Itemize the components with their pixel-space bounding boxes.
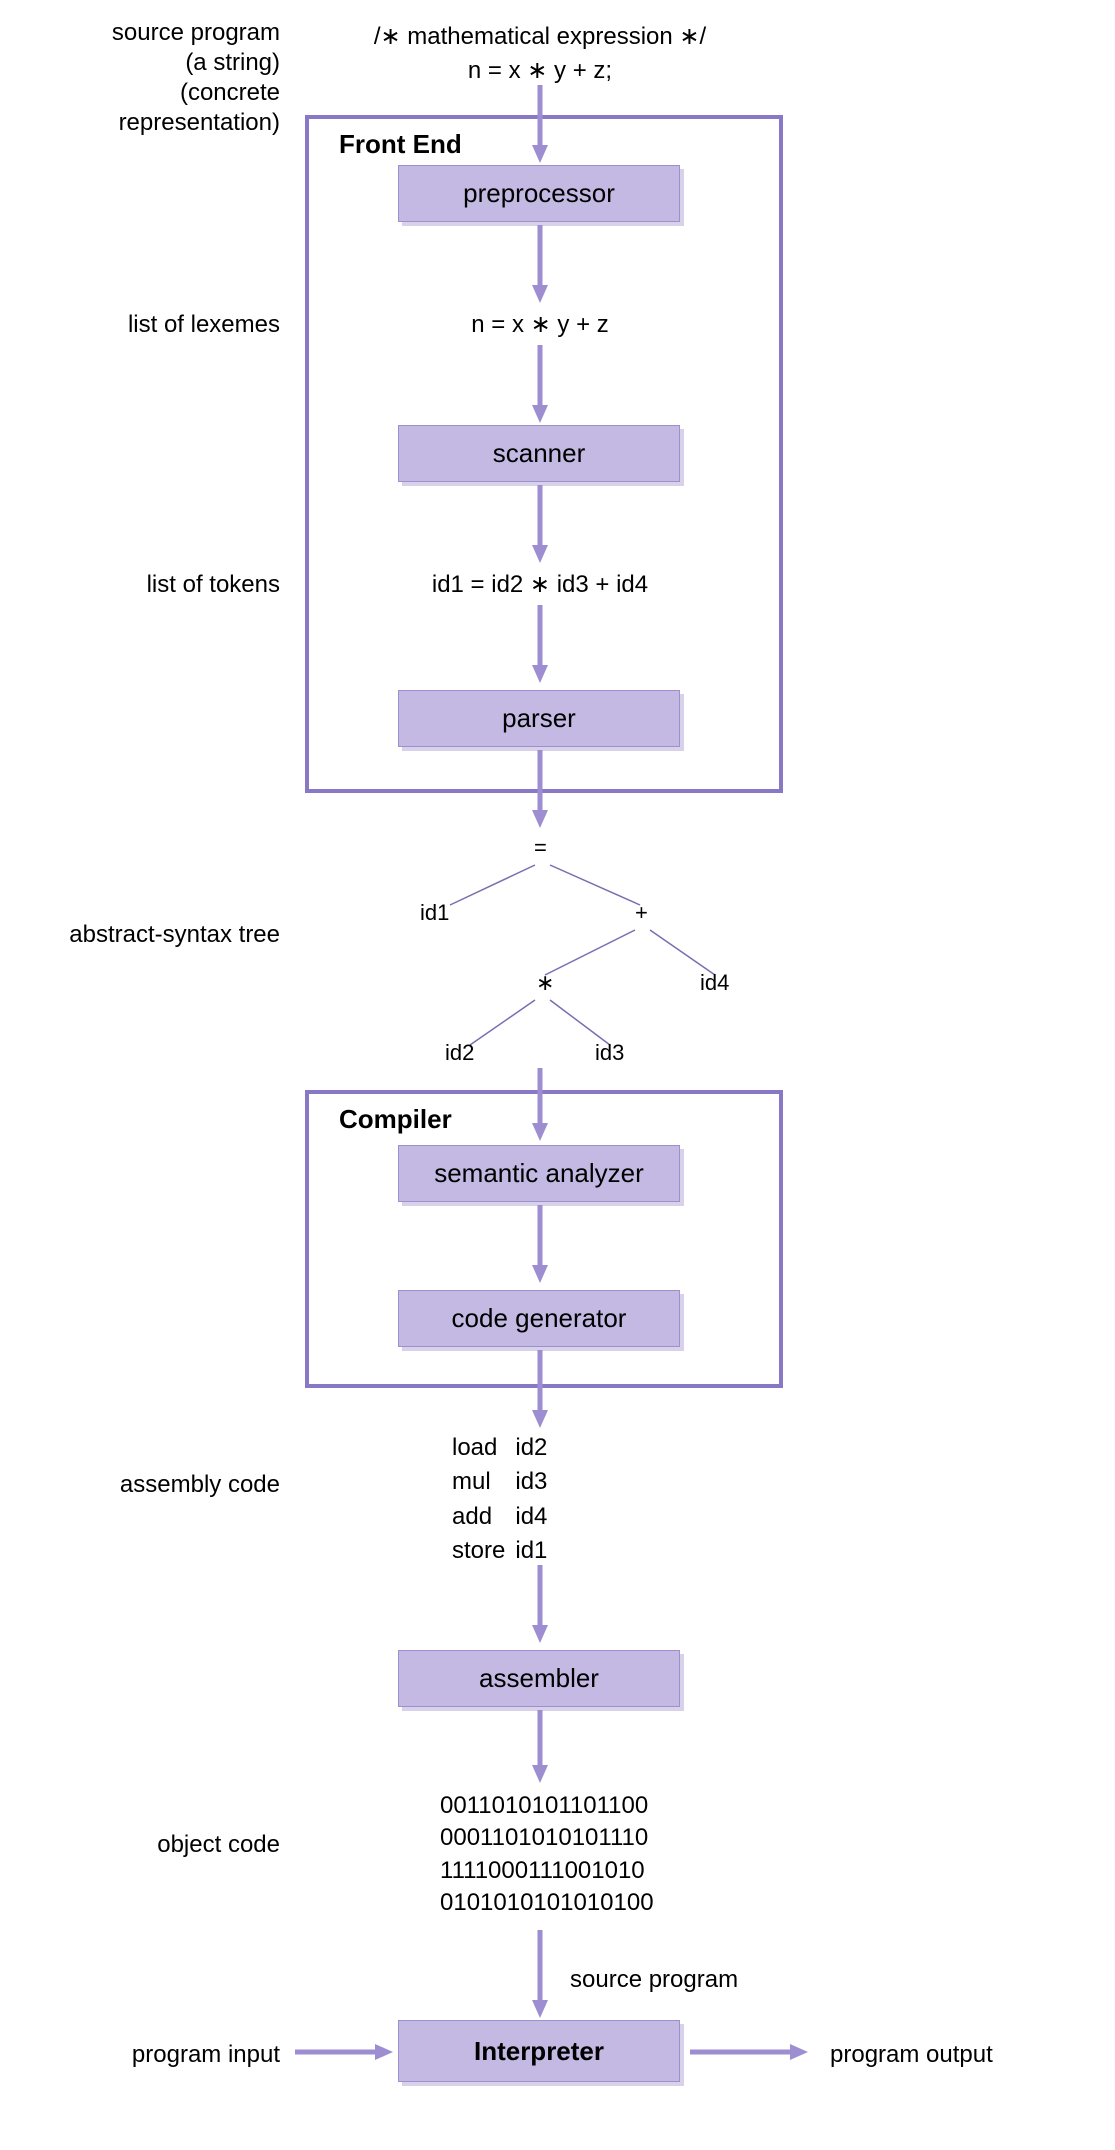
label-obj: object code (0, 1830, 280, 1860)
ast-id2: id2 (445, 1040, 474, 1066)
stage-parser: parser (398, 690, 680, 747)
front-end-title: Front End (339, 129, 462, 160)
t: scanner (493, 438, 586, 469)
stage-semantic-analyzer: semantic analyzer (398, 1145, 680, 1202)
ast-id1: id1 (420, 900, 449, 926)
arrow-assembler-obj (530, 1710, 550, 1785)
arrow-obj-interpreter (530, 1930, 550, 2020)
arrow-program-input (295, 2042, 395, 2062)
t: source program (112, 19, 280, 46)
label-program-output: program output (830, 2040, 993, 2070)
asm-row: storeid1 (452, 1535, 555, 1567)
asm-row: mulid3 (452, 1466, 555, 1498)
t: assembler (479, 1663, 599, 1694)
ast-root: = (534, 835, 547, 861)
obj-line: 0001101010101110 (440, 1822, 654, 1854)
stage-scanner: scanner (398, 425, 680, 482)
arrow-codegen-asm (530, 1350, 550, 1430)
arrow-program-output (690, 2042, 810, 2062)
asm-row: loadid2 (452, 1432, 555, 1464)
stage-interpreter: Interpreter (398, 2020, 680, 2082)
stage-code-generator: code generator (398, 1290, 680, 1347)
arrow-asm-assembler (530, 1565, 550, 1645)
source-stmt: n = x ∗ y + z; (340, 56, 740, 86)
label-ast: abstract-syntax tree (0, 920, 280, 950)
t: representation) (119, 109, 280, 136)
arrow-lexemes-scanner (530, 345, 550, 425)
arrow-semantic-codegen (530, 1205, 550, 1285)
ast-star: ∗ (536, 970, 554, 996)
t: preprocessor (463, 178, 615, 209)
t: parser (502, 703, 576, 734)
ast-id3: id3 (595, 1040, 624, 1066)
arrow-tokens-parser (530, 605, 550, 685)
lexeme-text: n = x ∗ y + z (340, 310, 740, 340)
t: (a string) (185, 49, 280, 76)
arrow-parser-tree (530, 750, 550, 830)
obj-line: 0011010101101100 (440, 1790, 654, 1822)
stage-assembler: assembler (398, 1650, 680, 1707)
label-asm: assembly code (0, 1470, 280, 1500)
t: semantic analyzer (434, 1158, 644, 1189)
ast-id4: id4 (700, 970, 729, 996)
arrow-scanner-tokens (530, 485, 550, 565)
arrow-tree-semantic (530, 1068, 550, 1143)
source-comment: /∗ mathematical expression ∗/ (340, 22, 740, 52)
label-source-program-right: source program (570, 1965, 738, 1995)
token-text: id1 = id2 ∗ id3 + id4 (340, 570, 740, 600)
obj-line: 0101010101010100 (440, 1887, 654, 1919)
object-code: 0011010101101100000110101010111011110001… (440, 1790, 654, 1920)
ast-plus: + (635, 900, 648, 926)
label-tokens: list of tokens (0, 570, 280, 600)
ast-edges (350, 835, 770, 1065)
compiler-title: Compiler (339, 1104, 452, 1135)
arrow-source-preprocessor (530, 85, 550, 165)
arrow-preprocessor-lexemes (530, 225, 550, 305)
label-lexemes: list of lexemes (0, 310, 280, 340)
assembly-code: loadid2mulid3addid4storeid1 (450, 1430, 557, 1570)
t: code generator (452, 1303, 627, 1334)
stage-preprocessor: preprocessor (398, 165, 680, 222)
label-program-input: program input (0, 2040, 280, 2070)
label-source-program: source program (a string) (concrete repr… (0, 18, 280, 138)
asm-row: addid4 (452, 1501, 555, 1533)
t: (concrete (180, 79, 280, 106)
obj-line: 1111000111001010 (440, 1855, 654, 1887)
t: Interpreter (474, 2036, 604, 2067)
